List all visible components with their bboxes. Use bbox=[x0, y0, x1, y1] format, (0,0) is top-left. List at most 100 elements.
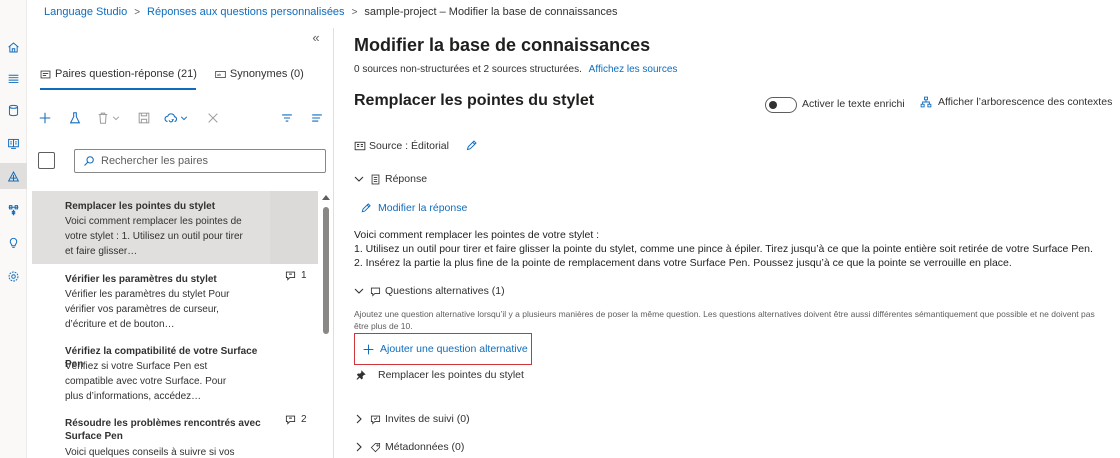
breadcrumb-language-studio[interactable]: Language Studio bbox=[44, 6, 127, 18]
alt-questions-section-header[interactable]: Questions alternatives (1) bbox=[354, 285, 505, 297]
svg-text:ab: ab bbox=[217, 73, 221, 77]
followup-prompt-icon bbox=[370, 415, 381, 425]
list-item-desc-line: Voici quelques conseils à suivre si vos bbox=[65, 447, 235, 458]
list-icon[interactable] bbox=[0, 65, 27, 91]
followup-label: Invites de suivi (0) bbox=[385, 413, 470, 425]
flask-icon bbox=[69, 112, 81, 124]
answer-line: 2. Insérez la partie la plus fine de la … bbox=[354, 257, 1012, 269]
edit-pencil-icon[interactable] bbox=[465, 139, 478, 152]
sort-button[interactable] bbox=[310, 108, 324, 128]
alt-questions-hint: Ajoutez une question alternative lorsqu’… bbox=[354, 309, 1095, 331]
rich-text-toggle[interactable] bbox=[765, 97, 797, 113]
metadata-section-header[interactable]: Métadonnées (0) bbox=[354, 441, 464, 453]
sync-menu-button[interactable] bbox=[164, 108, 188, 128]
alt-question-count-value: 2 bbox=[301, 414, 307, 425]
tag-icon bbox=[370, 442, 381, 452]
list-item[interactable]: Résoudre les problèmes rencontrés avec S… bbox=[32, 408, 318, 458]
delete-menu-button[interactable] bbox=[96, 108, 120, 128]
list-item-desc: Vérifier les paramètres du stylet Pour v… bbox=[65, 287, 265, 332]
selected-item-strip bbox=[270, 191, 318, 264]
qa-pairs-icon bbox=[40, 70, 51, 78]
answer-line: Voici comment remplacer les pointes de v… bbox=[354, 229, 600, 241]
view-sources-link[interactable]: Affichez les sources bbox=[589, 64, 678, 75]
alt-question-count-value: 1 bbox=[301, 270, 307, 281]
chevron-down-icon bbox=[180, 116, 188, 121]
answer-section-header[interactable]: Réponse bbox=[354, 173, 427, 185]
discard-button[interactable] bbox=[206, 108, 220, 128]
tab-qa-pairs[interactable]: Paires question-réponse (21) bbox=[40, 66, 197, 82]
followup-section-header[interactable]: Invites de suivi (0) bbox=[354, 413, 470, 425]
qa-pairs-list: Remplacer les pointes du stylet Voici co… bbox=[32, 191, 318, 458]
list-item-desc-line: Voici comment remplacer les pointes de bbox=[65, 216, 242, 227]
test-button[interactable] bbox=[68, 108, 82, 128]
list-item[interactable]: Vérifier les paramètres du stylet 1 Véri… bbox=[32, 264, 318, 336]
list-item-title: Résoudre les problèmes rencontrés avec S… bbox=[65, 418, 261, 442]
qa-toolbar bbox=[38, 108, 330, 128]
alt-question-count: 2 bbox=[285, 414, 307, 425]
comment-icon bbox=[285, 271, 296, 281]
metadata-label: Métadonnées (0) bbox=[385, 441, 465, 453]
alt-question-count: 1 bbox=[285, 270, 307, 281]
search-input[interactable] bbox=[101, 155, 301, 167]
scroll-thumb[interactable] bbox=[323, 207, 329, 334]
document-icon bbox=[371, 174, 380, 184]
list-item-desc-line: compatible avec votre Surface. Pour bbox=[65, 376, 227, 387]
alt-question-item[interactable]: Remplacer les pointes du stylet bbox=[356, 369, 524, 381]
list-item-desc-line: votre stylet : 1. Utilisez un outil pour… bbox=[65, 231, 243, 242]
comment-icon bbox=[285, 415, 296, 425]
search-box[interactable] bbox=[74, 149, 326, 173]
list-item-desc-line: et faire glisser… bbox=[65, 246, 138, 257]
database-icon[interactable] bbox=[0, 97, 27, 123]
select-all-checkbox[interactable] bbox=[38, 152, 55, 169]
context-tree-button[interactable]: Afficher l’arborescence des contextes bbox=[920, 96, 1112, 108]
knowledge-base-icon[interactable] bbox=[0, 163, 27, 189]
filter-icon bbox=[282, 114, 292, 122]
pin-icon bbox=[356, 370, 366, 380]
list-scrollbar[interactable] bbox=[321, 191, 331, 458]
book-icon[interactable] bbox=[0, 130, 27, 156]
list-item[interactable]: Remplacer les pointes du stylet Voici co… bbox=[32, 191, 318, 264]
edit-answer-label: Modifier la réponse bbox=[378, 202, 468, 214]
sources-summary-text: 0 sources non-structurées et 2 sources s… bbox=[354, 64, 582, 75]
panel-tabs: Paires question-réponse (21) ab Synonyme… bbox=[40, 66, 322, 82]
alt-questions-label: Questions alternatives (1) bbox=[385, 285, 505, 297]
save-icon bbox=[138, 112, 150, 124]
collapse-panel-button[interactable]: « bbox=[309, 31, 323, 46]
sort-icon bbox=[312, 114, 322, 122]
source-line: Source : Éditorial bbox=[354, 139, 478, 152]
list-item-desc: Voici quelques conseils à suivre si vos bbox=[65, 445, 265, 458]
qa-pairs-panel: « Paires question-réponse (21) ab Synony… bbox=[28, 28, 334, 458]
comment-icon bbox=[370, 287, 381, 297]
home-icon[interactable] bbox=[0, 34, 27, 60]
search-icon bbox=[84, 156, 94, 166]
list-item[interactable]: Vérifiez la compatibilité de votre Surfa… bbox=[32, 336, 318, 408]
alt-question-text: Remplacer les pointes du stylet bbox=[378, 369, 524, 381]
cloud-sync-icon bbox=[164, 113, 178, 123]
tab-synonyms[interactable]: ab Synonymes (0) bbox=[215, 66, 304, 82]
list-item-desc-line: plus d’informations, accédez… bbox=[65, 391, 202, 402]
answer-section-label: Réponse bbox=[385, 173, 428, 185]
deploy-icon[interactable] bbox=[0, 197, 27, 223]
breadcrumb-custom-qa[interactable]: Réponses aux questions personnalisées bbox=[147, 6, 345, 18]
close-icon bbox=[208, 113, 218, 123]
list-item-desc: Vérifiez si votre Surface Pen est compat… bbox=[65, 359, 265, 404]
add-alt-question-button[interactable]: Ajouter une question alternative bbox=[354, 333, 532, 365]
add-pair-button[interactable] bbox=[38, 108, 52, 128]
edit-answer-button[interactable]: Modifier la réponse bbox=[360, 202, 467, 214]
save-button[interactable] bbox=[137, 108, 151, 128]
plus-icon bbox=[363, 344, 374, 354]
synonyms-icon: ab bbox=[215, 70, 226, 78]
settings-icon[interactable] bbox=[0, 263, 27, 289]
list-item-title: Vérifier les paramètres du stylet bbox=[65, 274, 217, 285]
list-item-desc-line: d’écriture et de bouton… bbox=[65, 319, 175, 330]
chevron-right-icon bbox=[356, 414, 362, 424]
context-tree-label: Afficher l’arborescence des contextes bbox=[938, 96, 1113, 108]
scroll-up-arrow[interactable] bbox=[322, 195, 330, 200]
list-item-desc-line: Vérifier les paramètres du stylet Pour bbox=[65, 289, 230, 300]
chevron-down-icon bbox=[112, 116, 120, 121]
filter-button[interactable] bbox=[280, 108, 294, 128]
toggle-knob bbox=[769, 101, 777, 109]
tab-synonyms-label: Synonymes (0) bbox=[229, 68, 304, 80]
add-alt-question-label: Ajouter une question alternative bbox=[380, 343, 528, 355]
bulb-icon[interactable] bbox=[0, 229, 27, 255]
